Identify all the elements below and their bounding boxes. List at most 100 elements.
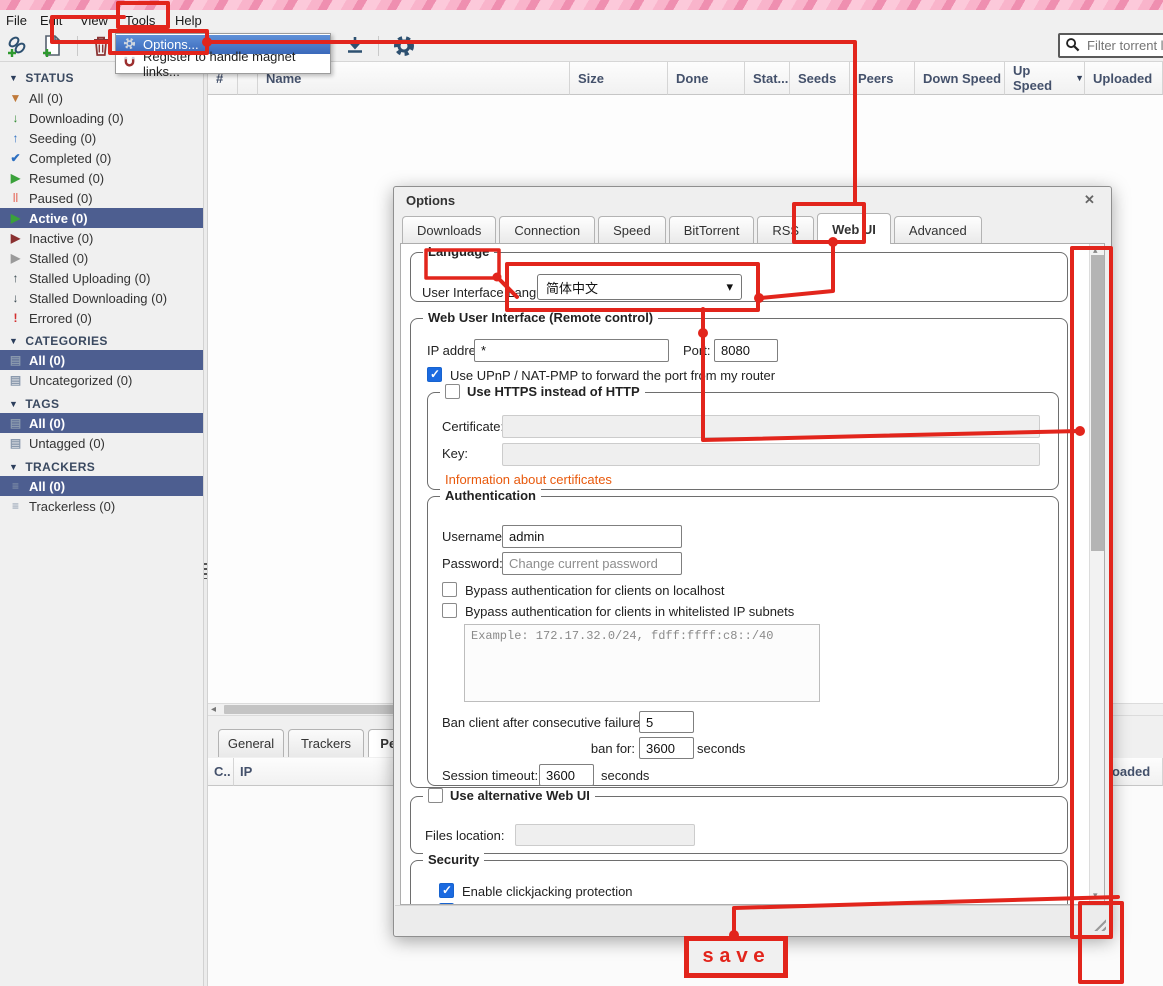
ban-for-unit-label: seconds	[697, 741, 746, 756]
ban-failures-label: Ban client after consecutive failures:	[442, 715, 651, 730]
sidebar-item-stalled[interactable]: ▶ Stalled (0)	[0, 248, 203, 268]
https-legend-label: Use HTTPS instead of HTTP	[467, 384, 640, 399]
collapse-triangle-icon: ▼	[9, 336, 19, 346]
sidebar-item-label: Paused (0)	[29, 190, 93, 206]
tab-connection[interactable]: Connection	[499, 216, 596, 243]
scroll-left-arrow-icon[interactable]: ◂	[211, 704, 216, 715]
sidebar-item-uncategorized[interactable]: ▤ Uncategorized (0)	[0, 370, 203, 390]
port-input[interactable]	[714, 339, 778, 362]
ip-subnet-whitelist-textarea[interactable]	[464, 624, 820, 702]
ui-language-select[interactable]: 简体中文 ▾	[537, 274, 742, 300]
menu-tools[interactable]: Tools	[121, 11, 159, 29]
sidebar-item-untagged[interactable]: ▤ Untagged (0)	[0, 433, 203, 453]
sidebar-item-paused[interactable]: ‖ Paused (0)	[0, 188, 203, 208]
sidebar-item-categories-all[interactable]: ▤ All (0)	[0, 350, 203, 370]
tab-general[interactable]: General	[218, 729, 284, 757]
sidebar-item-label: Inactive (0)	[29, 230, 94, 246]
add-torrent-file-button[interactable]	[40, 34, 64, 59]
close-icon[interactable]: ✕	[1084, 192, 1095, 208]
collapse-triangle-icon: ▼	[9, 399, 19, 409]
bypass-whitelist-checkbox[interactable]	[442, 603, 457, 618]
tracker-icon: ≡	[11, 499, 19, 513]
tag-icon: ▤	[9, 436, 22, 450]
sidebar-item-all[interactable]: ▼ All (0)	[0, 88, 203, 108]
sidebar-item-label: Uncategorized (0)	[29, 372, 133, 388]
clickjacking-checkbox[interactable]	[439, 883, 454, 898]
bypass-localhost-checkbox[interactable]	[442, 582, 457, 597]
window-top-banner	[0, 0, 1163, 10]
categories-section-header[interactable]: ▼ CATEGORIES	[0, 332, 203, 350]
sidebar-item-stalled-uploading[interactable]: ↑ Stalled Uploading (0)	[0, 268, 203, 288]
menu-help[interactable]: Help	[171, 11, 206, 29]
collapse-triangle-icon: ▼	[9, 462, 19, 472]
column-header-size[interactable]: Size	[570, 62, 668, 95]
peers-column-ip[interactable]: IP	[234, 758, 408, 786]
column-header-seeds[interactable]: Seeds	[790, 62, 850, 95]
delete-torrent-button[interactable]	[89, 35, 113, 59]
tab-bittorrent[interactable]: BitTorrent	[668, 216, 755, 243]
add-torrent-link-icon	[5, 34, 29, 61]
menu-file[interactable]: File	[2, 11, 31, 29]
qbittorrent-window: File Edit View Tools Help Filter torrent…	[0, 0, 1163, 986]
tab-advanced[interactable]: Advanced	[893, 216, 982, 243]
sidebar-item-seeding[interactable]: ↑ Seeding (0)	[0, 128, 203, 148]
resumed-icon: ▶	[10, 171, 21, 185]
tab-web-ui[interactable]: Web UI	[817, 213, 891, 244]
ban-for-input[interactable]	[639, 737, 694, 759]
certificates-info-link[interactable]: Information about certificates	[445, 472, 612, 487]
ban-failures-input[interactable]	[639, 711, 694, 733]
upnp-label: Use UPnP / NAT-PMP to forward the port f…	[450, 368, 776, 383]
toolbar-separator	[77, 36, 78, 56]
trackers-section-title: TRACKERS	[25, 460, 96, 474]
sidebar-item-tags-all[interactable]: ▤ All (0)	[0, 413, 203, 433]
filter-torrent-input[interactable]	[1085, 37, 1163, 54]
sidebar-item-label: Stalled (0)	[29, 250, 89, 266]
splitter-handle[interactable]	[204, 563, 207, 579]
tab-rss[interactable]: RSS	[757, 216, 815, 243]
add-torrent-link-button[interactable]	[5, 35, 29, 59]
column-header-up-speed[interactable]: Up Speed ▼	[1005, 62, 1085, 95]
menu-edit[interactable]: Edit	[36, 11, 66, 29]
https-checkbox[interactable]	[445, 384, 460, 399]
column-header-peers[interactable]: Peers	[850, 62, 915, 95]
sidebar-item-stalled-downloading[interactable]: ↓ Stalled Downloading (0)	[0, 288, 203, 308]
username-input[interactable]	[502, 525, 682, 548]
alternative-webui-fieldset: Use alternative Web UI	[410, 788, 1068, 854]
sidebar-item-label: Active (0)	[29, 210, 88, 226]
upnp-checkbox[interactable]	[427, 367, 442, 382]
scroll-down-icon[interactable]: ▾	[1093, 890, 1098, 901]
column-header-done[interactable]: Done	[668, 62, 745, 95]
alternative-webui-legend: Use alternative Web UI	[423, 788, 595, 803]
tags-section-header[interactable]: ▼ TAGS	[0, 395, 203, 413]
ip-address-input[interactable]	[474, 339, 669, 362]
password-input[interactable]	[502, 552, 682, 575]
column-header-down-speed[interactable]: Down Speed	[915, 62, 1005, 95]
sidebar-item-inactive[interactable]: ▶ Inactive (0)	[0, 228, 203, 248]
sidebar-item-active[interactable]: ▶ Active (0)	[0, 208, 203, 228]
menu-view[interactable]: View	[76, 11, 112, 29]
column-header-uploaded[interactable]: Uploaded	[1085, 62, 1163, 95]
session-timeout-input[interactable]	[539, 764, 594, 786]
sidebar-item-completed[interactable]: ✔ Completed (0)	[0, 148, 203, 168]
sidebar-item-errored[interactable]: ! Errored (0)	[0, 308, 203, 328]
dialog-scrollbar-thumb[interactable]	[1091, 255, 1104, 551]
sidebar-item-trackers-all[interactable]: ≡ All (0)	[0, 476, 203, 496]
tab-downloads[interactable]: Downloads	[402, 216, 497, 243]
alternative-webui-checkbox[interactable]	[428, 788, 443, 803]
set-download-limit-button[interactable]	[343, 35, 367, 59]
options-toolbar-button[interactable]	[392, 35, 416, 59]
categories-section-title: CATEGORIES	[25, 334, 108, 348]
menu-item-register-magnet[interactable]: Register to handle magnet links...	[116, 49, 330, 79]
sidebar-item-downloading[interactable]: ↓ Downloading (0)	[0, 108, 203, 128]
peers-column-country[interactable]: C..	[208, 758, 234, 786]
sidebar-item-resumed[interactable]: ▶ Resumed (0)	[0, 168, 203, 188]
ban-for-label: ban for:	[590, 741, 635, 756]
stalled-icon: ▶	[10, 251, 21, 265]
downloading-icon: ↓	[12, 111, 19, 125]
tab-trackers[interactable]: Trackers	[288, 729, 364, 757]
column-header-status[interactable]: Stat...	[745, 62, 790, 95]
files-location-input	[515, 824, 695, 846]
trackers-section-header[interactable]: ▼ TRACKERS	[0, 458, 203, 476]
tab-speed[interactable]: Speed	[598, 216, 666, 243]
sidebar-item-trackerless[interactable]: ≡ Trackerless (0)	[0, 496, 203, 516]
